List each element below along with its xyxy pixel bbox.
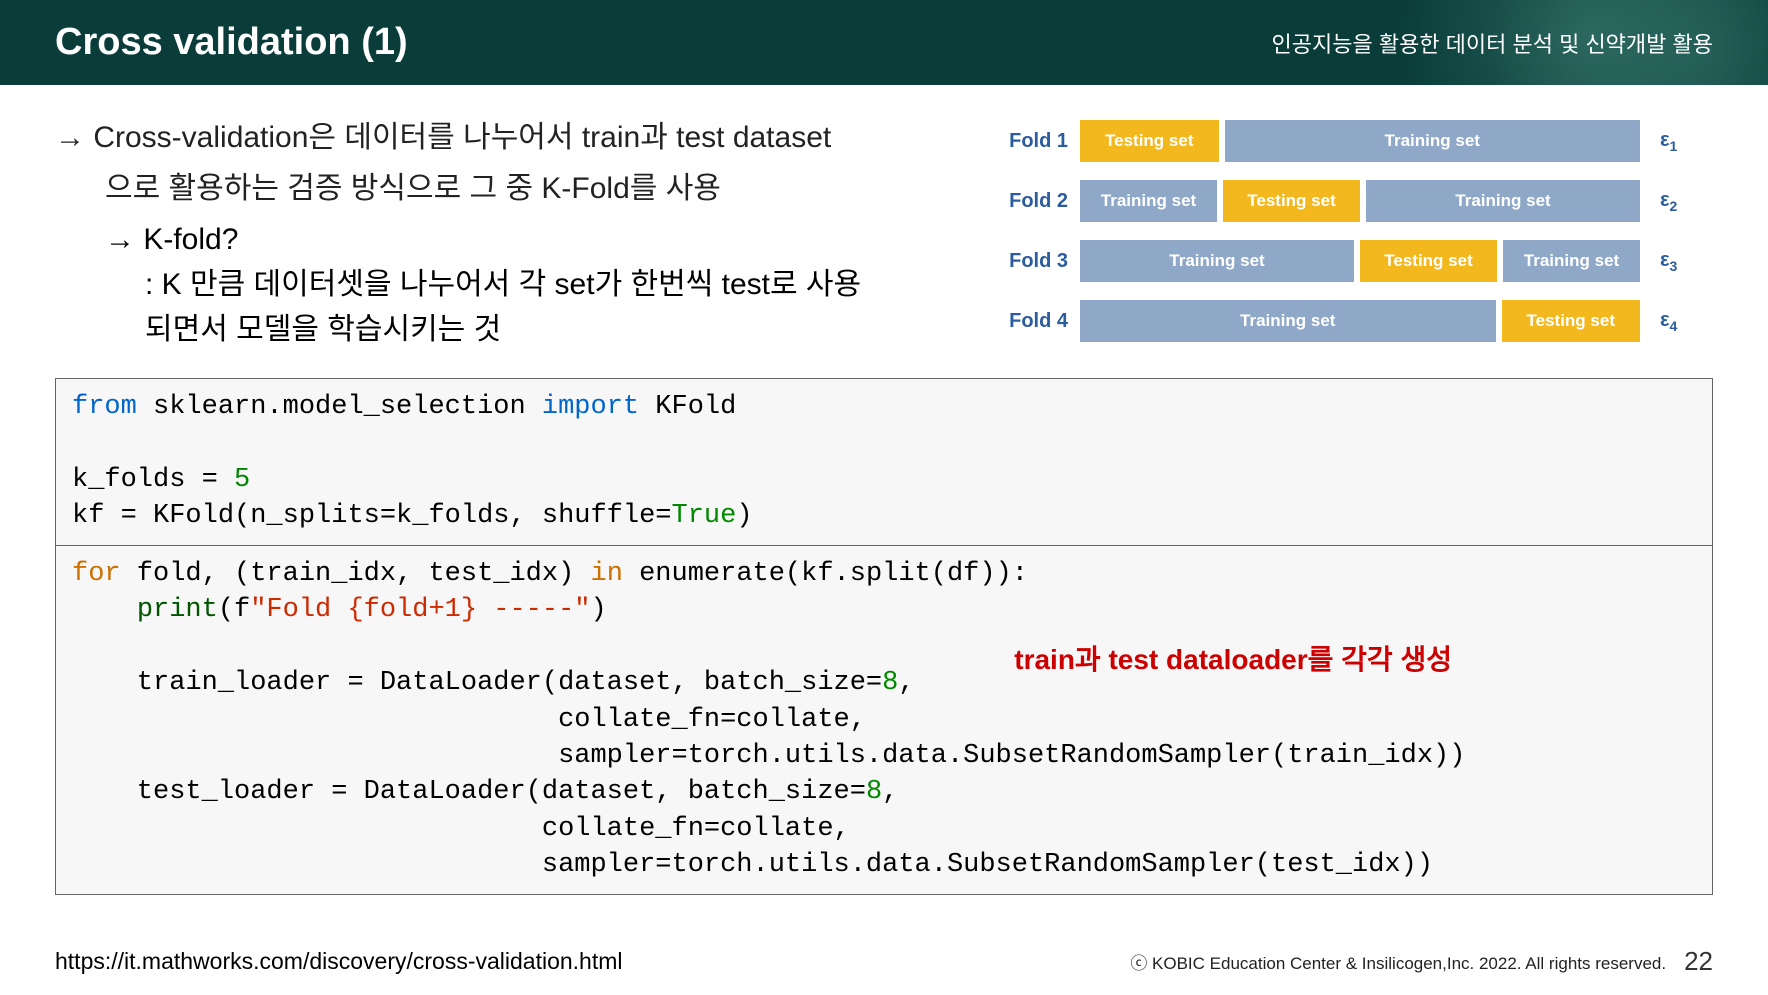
bullet-text: Cross-validation은 데이터를 나누어서 train과 test … bbox=[93, 121, 831, 154]
keyword-in: in bbox=[591, 559, 623, 589]
fold-row: Fold 1 Testing setTraining set ε1 bbox=[993, 120, 1713, 162]
keyword-print: print bbox=[137, 595, 218, 625]
footer-url: https://it.mathworks.com/discovery/cross… bbox=[55, 948, 623, 975]
code-section: from sklearn.model_selection import KFol… bbox=[55, 378, 1713, 895]
fold-bar: Training setTesting setTraining set bbox=[1080, 240, 1640, 282]
code-text: , bbox=[898, 668, 914, 698]
code-text: sampler=torch.utils.data.SubsetRandomSam… bbox=[72, 741, 1465, 771]
code-text: collate_fn=collate, bbox=[72, 705, 866, 735]
slide-title: Cross validation (1) bbox=[55, 21, 408, 64]
epsilon-label: ε2 bbox=[1660, 189, 1677, 214]
training-segment: Training set bbox=[1080, 300, 1496, 342]
training-segment: Training set bbox=[1225, 120, 1641, 162]
fold-row: Fold 4 Training setTesting set ε4 bbox=[993, 300, 1713, 342]
sub-sub-line: 되면서 모델을 학습시키는 것 bbox=[55, 307, 963, 352]
testing-segment: Testing set bbox=[1223, 180, 1360, 222]
training-segment: Training set bbox=[1503, 240, 1640, 282]
code-text: sklearn.model_selection bbox=[137, 392, 542, 422]
code-text: ) bbox=[736, 501, 752, 531]
code-number: 5 bbox=[234, 465, 250, 495]
bullet-line: 으로 활용하는 검증 방식으로 그 중 K-Fold를 사용 bbox=[55, 166, 963, 211]
code-text: train_loader = DataLoader(dataset, batch… bbox=[72, 668, 882, 698]
content-area: → Cross-validation은 데이터를 나누어서 train과 tes… bbox=[0, 85, 1768, 360]
slide-header: Cross validation (1) 인공지능을 활용한 데이터 분석 및 … bbox=[0, 0, 1768, 85]
testing-segment: Testing set bbox=[1360, 240, 1497, 282]
code-text: , bbox=[882, 777, 898, 807]
code-text bbox=[72, 595, 137, 625]
fold-bar: Testing setTraining set bbox=[1080, 120, 1640, 162]
code-string: "Fold {fold+1} -----" bbox=[250, 595, 590, 625]
code-block-1: from sklearn.model_selection import KFol… bbox=[55, 378, 1713, 546]
kfold-diagram: Fold 1Testing setTraining setε1Fold 2Tra… bbox=[993, 115, 1713, 360]
code-bool: True bbox=[672, 501, 737, 531]
bullet-text: K-fold? bbox=[143, 223, 238, 256]
testing-segment: Testing set bbox=[1080, 120, 1219, 162]
code-text: ) bbox=[591, 595, 607, 625]
epsilon-label: ε3 bbox=[1660, 249, 1677, 274]
code-text: k_folds = bbox=[72, 465, 234, 495]
code-text: test_loader = DataLoader(dataset, batch_… bbox=[72, 777, 866, 807]
fold-label: Fold 1 bbox=[993, 130, 1068, 153]
bullet-line: → Cross-validation은 데이터를 나누어서 train과 tes… bbox=[55, 115, 963, 160]
footer-copyright: ⓒ KOBIC Education Center & Insilicogen,I… bbox=[1130, 946, 1713, 977]
sub-bullet-line: → K-fold? bbox=[55, 217, 963, 262]
code-annotation: train과 test dataloader를 각각 생성 bbox=[1014, 641, 1452, 679]
fold-label: Fold 4 bbox=[993, 310, 1068, 333]
training-segment: Training set bbox=[1080, 240, 1354, 282]
code-text: collate_fn=collate, bbox=[72, 814, 850, 844]
code-number: 8 bbox=[866, 777, 882, 807]
training-segment: Training set bbox=[1080, 180, 1217, 222]
keyword-from: from bbox=[72, 392, 137, 422]
slide-subtitle: 인공지능을 활용한 데이터 분석 및 신약개발 활용 bbox=[1272, 27, 1713, 59]
fold-row: Fold 2 Training setTesting setTraining se… bbox=[993, 180, 1713, 222]
code-text: sampler=torch.utils.data.SubsetRandomSam… bbox=[72, 850, 1433, 880]
fold-bar: Training setTesting setTraining set bbox=[1080, 180, 1640, 222]
epsilon-label: ε4 bbox=[1660, 309, 1677, 334]
code-block-2: for fold, (train_idx, test_idx) in enume… bbox=[55, 546, 1713, 895]
fold-label: Fold 2 bbox=[993, 190, 1068, 213]
code-text: enumerate(kf.split(df)): bbox=[623, 559, 1028, 589]
fold-label: Fold 3 bbox=[993, 250, 1068, 273]
code-text: fold, (train_idx, test_idx) bbox=[121, 559, 591, 589]
copyright-text: ⓒ KOBIC Education Center & Insilicogen,I… bbox=[1130, 949, 1666, 974]
keyword-import: import bbox=[542, 392, 639, 422]
arrow-icon: → bbox=[105, 223, 143, 256]
testing-segment: Testing set bbox=[1502, 300, 1641, 342]
arrow-icon: → bbox=[55, 121, 93, 154]
epsilon-label: ε1 bbox=[1660, 129, 1677, 154]
keyword-for: for bbox=[72, 559, 121, 589]
slide-footer: https://it.mathworks.com/discovery/cross… bbox=[0, 946, 1768, 977]
code-text: (f bbox=[218, 595, 250, 625]
code-text: kf = KFold(n_splits=k_folds, shuffle= bbox=[72, 501, 672, 531]
code-text: KFold bbox=[639, 392, 736, 422]
code-number: 8 bbox=[882, 668, 898, 698]
page-number: 22 bbox=[1684, 946, 1713, 977]
training-segment: Training set bbox=[1366, 180, 1640, 222]
sub-sub-line: : K 만큼 데이터셋을 나누어서 각 set가 한번씩 test로 사용 bbox=[55, 262, 963, 307]
bullet-text-column: → Cross-validation은 데이터를 나누어서 train과 tes… bbox=[55, 115, 963, 360]
fold-bar: Training setTesting set bbox=[1080, 300, 1640, 342]
fold-row: Fold 3 Training setTesting setTraining se… bbox=[993, 240, 1713, 282]
